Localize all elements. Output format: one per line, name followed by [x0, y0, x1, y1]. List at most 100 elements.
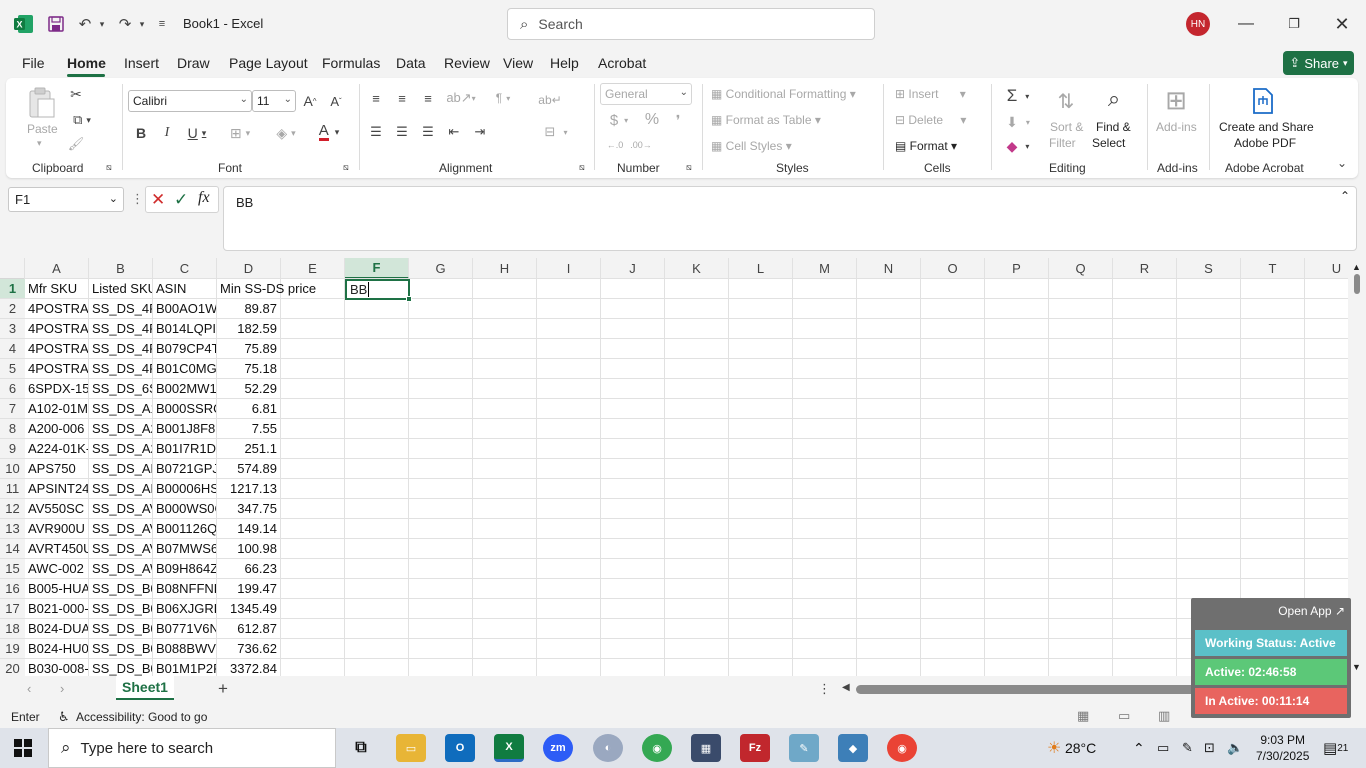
pen-icon[interactable]: ✎ — [1182, 728, 1193, 768]
column-header-d[interactable]: D — [217, 258, 281, 279]
cell-b1[interactable]: Listed SKU — [89, 279, 153, 299]
vertical-scroll-thumb[interactable] — [1354, 274, 1360, 294]
column-header-j[interactable]: J — [601, 258, 665, 279]
row-header[interactable]: 20 — [0, 659, 25, 676]
column-header-n[interactable]: N — [857, 258, 921, 279]
table-cell[interactable]: A224-01K- — [25, 439, 89, 459]
table-cell[interactable]: B06XJGRB — [153, 599, 217, 619]
table-cell[interactable]: 1345.49 — [217, 599, 281, 619]
formula-input[interactable]: BB ⌃ — [223, 186, 1357, 251]
table-cell[interactable]: AVR900U — [25, 519, 89, 539]
column-header-u[interactable]: U — [1305, 258, 1348, 279]
sort-filter-icon[interactable]: ⇅ — [1050, 86, 1082, 116]
bold-icon[interactable]: B — [132, 123, 150, 143]
cell-c1[interactable]: ASIN — [153, 279, 217, 299]
page-break-view-icon[interactable]: ▥ — [1158, 708, 1170, 724]
prev-sheet-icon[interactable]: ‹ — [27, 681, 31, 696]
table-cell[interactable]: A102-01M — [25, 399, 89, 419]
find-select-label-1[interactable]: Find & — [1096, 120, 1131, 134]
chrome-icon[interactable]: ◉ — [642, 734, 672, 762]
format-as-table-button[interactable]: ▦ Format as Table ▾ — [711, 113, 821, 127]
create-pdf-label-1[interactable]: Create and Share — [1219, 120, 1314, 134]
number-launcher-icon[interactable]: ⧅ — [686, 162, 692, 173]
font-name-select[interactable]: Calibri ⌄ — [128, 90, 252, 112]
create-pdf-label-2[interactable]: Adobe PDF — [1234, 136, 1296, 150]
scroll-up-icon[interactable]: ▲ — [1352, 262, 1361, 272]
font-size-select[interactable]: 11 ⌄ — [252, 90, 296, 112]
zoom-icon[interactable]: zm — [543, 734, 573, 762]
table-cell[interactable]: SS_DS_4POSTRAIL — [89, 319, 153, 339]
clear-icon[interactable]: ◆ ▾ — [1000, 136, 1036, 156]
tab-review[interactable]: Review — [444, 55, 490, 71]
italic-icon[interactable]: I — [158, 123, 176, 143]
column-header-m[interactable]: M — [793, 258, 857, 279]
table-cell[interactable]: 75.89 — [217, 339, 281, 359]
filezilla-icon[interactable]: Fz — [740, 734, 770, 762]
open-app-link[interactable]: Open App ↗ — [1278, 604, 1345, 618]
row-header[interactable]: 9 — [0, 439, 25, 459]
table-cell[interactable]: 182.59 — [217, 319, 281, 339]
clock[interactable]: 9:03 PM 7/30/2025 — [1256, 728, 1309, 768]
tab-home[interactable]: Home — [67, 55, 106, 71]
table-cell[interactable]: B00AO1W — [153, 299, 217, 319]
copy-icon[interactable]: ⧉ ▾ — [66, 110, 98, 130]
table-cell[interactable]: B021-000- — [25, 599, 89, 619]
delete-cells-button[interactable]: ⊟ Delete ▾ — [895, 113, 966, 127]
outlook-icon[interactable]: O — [445, 734, 475, 762]
table-cell[interactable]: 612.87 — [217, 619, 281, 639]
table-cell[interactable]: 6SPDX-15 — [25, 379, 89, 399]
weather-widget[interactable]: ☀ 28°C — [1047, 728, 1096, 768]
table-cell[interactable]: B001J8F81 — [153, 419, 217, 439]
tab-data[interactable]: Data — [396, 55, 426, 71]
table-cell[interactable]: B005-HUA — [25, 579, 89, 599]
taskbar-search-input[interactable]: ⌕ Type here to search — [48, 728, 336, 768]
undo-dropdown-icon[interactable]: ▾ — [96, 12, 108, 36]
column-header-h[interactable]: H — [473, 258, 537, 279]
table-cell[interactable]: 149.14 — [217, 519, 281, 539]
table-cell[interactable]: 4POSTRAIL — [25, 319, 89, 339]
row-header[interactable]: 15 — [0, 559, 25, 579]
column-header-e[interactable]: E — [281, 258, 345, 279]
select-all-corner[interactable] — [0, 258, 25, 279]
fill-color-icon[interactable]: ◈ ▾ — [270, 123, 302, 143]
table-cell[interactable]: 4POSTRAIL — [25, 339, 89, 359]
row-header[interactable]: 6 — [0, 379, 25, 399]
cell-d1[interactable]: Min SS-DS price — [217, 279, 342, 299]
table-cell[interactable]: AV550SC — [25, 499, 89, 519]
format-painter-icon[interactable]: 🖌 — [66, 134, 86, 154]
table-cell[interactable]: SS_DS_APSINT — [89, 479, 153, 499]
percent-icon[interactable]: % — [642, 110, 662, 130]
underline-icon[interactable]: U ▾ — [182, 123, 212, 143]
add-ins-button-label[interactable]: Add-ins — [1156, 120, 1197, 134]
table-cell[interactable]: B001126Q — [153, 519, 217, 539]
table-cell[interactable]: APSINT24 — [25, 479, 89, 499]
excel-taskbar-icon[interactable]: X — [494, 734, 524, 762]
table-cell[interactable]: B000WS0C — [153, 499, 217, 519]
alignment-launcher-icon[interactable]: ⧅ — [579, 162, 585, 173]
table-cell[interactable]: 6.81 — [217, 399, 281, 419]
tab-insert[interactable]: Insert — [124, 55, 159, 71]
table-cell[interactable]: SS_DS_AV550 — [89, 499, 153, 519]
show-hidden-icons-icon[interactable]: ⌃ — [1133, 728, 1145, 768]
row-header[interactable]: 4 — [0, 339, 25, 359]
table-cell[interactable]: B07MWS6 — [153, 539, 217, 559]
table-cell[interactable]: SS_DS_A200 — [89, 419, 153, 439]
search-input[interactable]: ⌕ Search — [507, 8, 875, 40]
volume-icon[interactable]: 🔈 — [1227, 728, 1243, 768]
table-cell[interactable]: B088BWV — [153, 639, 217, 659]
insert-function-icon[interactable]: fx — [198, 189, 210, 207]
paragraph-direction-icon[interactable]: ¶ ▾ — [488, 90, 518, 106]
increase-decimal-icon[interactable]: ←.0 — [604, 136, 626, 154]
table-cell[interactable]: 347.75 — [217, 499, 281, 519]
table-cell[interactable]: B014LQPIE — [153, 319, 217, 339]
row-header[interactable]: 7 — [0, 399, 25, 419]
autosum-icon[interactable]: Σ ▾ — [1000, 86, 1036, 106]
minimize-button[interactable]: — — [1231, 10, 1261, 38]
restore-button[interactable]: ❐ — [1279, 10, 1309, 38]
table-cell[interactable]: A200-006 — [25, 419, 89, 439]
tab-acrobat[interactable]: Acrobat — [598, 55, 646, 71]
column-header-q[interactable]: Q — [1049, 258, 1113, 279]
redo-dropdown-icon[interactable]: ▾ — [136, 12, 148, 36]
table-cell[interactable]: B0721GPJ — [153, 459, 217, 479]
row-header[interactable]: 3 — [0, 319, 25, 339]
